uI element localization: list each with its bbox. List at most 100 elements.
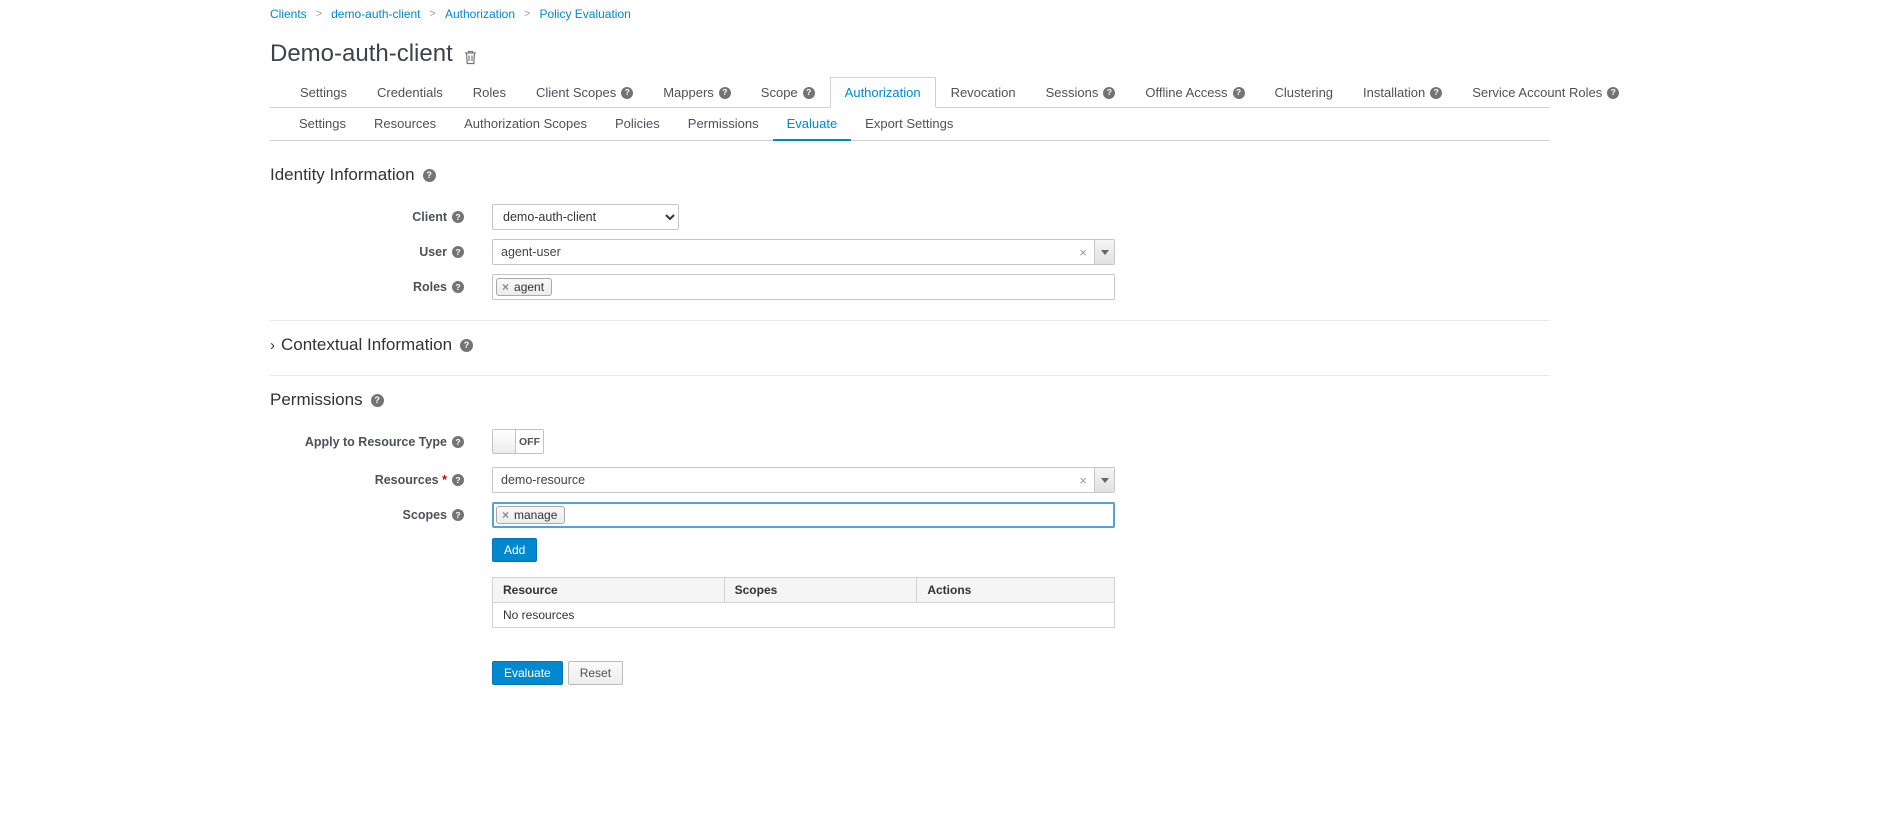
help-icon[interactable]: ? <box>1103 87 1115 99</box>
main-content: Clients > demo-auth-client > Authorizati… <box>270 0 1550 685</box>
apply-resource-type-label-wrap: Apply to Resource Type ? <box>270 429 492 449</box>
caret-down-icon <box>1101 250 1109 255</box>
subtab-settings[interactable]: Settings <box>285 108 360 141</box>
help-icon[interactable]: ? <box>452 246 464 258</box>
scope-tag: × manage <box>496 506 565 524</box>
roles-label-wrap: Roles ? <box>270 274 492 294</box>
tab-label: Scope <box>761 85 798 100</box>
remove-tag-icon[interactable]: × <box>502 281 509 293</box>
help-icon[interactable]: ? <box>423 169 436 182</box>
help-icon[interactable]: ? <box>719 87 731 99</box>
help-icon[interactable]: ? <box>1233 87 1245 99</box>
tab-label: Revocation <box>951 85 1016 100</box>
resources-table-wrap: Resource Scopes Actions No resources <box>492 577 1550 628</box>
tag-label: agent <box>514 280 544 294</box>
tab-label: Authorization <box>845 85 921 100</box>
help-icon[interactable]: ? <box>1607 87 1619 99</box>
user-selected-value: agent-user <box>501 245 1079 259</box>
dropdown-toggle-button[interactable] <box>1094 468 1114 492</box>
reset-button[interactable]: Reset <box>568 661 623 685</box>
heading-text: Permissions <box>270 390 363 410</box>
subtab-permissions[interactable]: Permissions <box>674 108 773 141</box>
breadcrumb-item-client: demo-auth-client <box>331 7 420 21</box>
tab-client-scopes[interactable]: Client Scopes? <box>521 77 648 108</box>
scopes-tag-input[interactable]: × manage <box>492 502 1115 528</box>
roles-tag-input[interactable]: × agent <box>492 274 1115 300</box>
apply-resource-type-label: Apply to Resource Type <box>305 435 447 449</box>
help-icon[interactable]: ? <box>452 509 464 521</box>
table-header-row: Resource Scopes Actions <box>493 578 1115 603</box>
resources-table: Resource Scopes Actions No resources <box>492 577 1115 628</box>
tab-label: Credentials <box>377 85 443 100</box>
trash-icon <box>463 53 478 68</box>
evaluate-button[interactable]: Evaluate <box>492 661 563 685</box>
resources-field: demo-resource × <box>492 467 1115 493</box>
tab-offline-access[interactable]: Offline Access? <box>1130 77 1259 108</box>
tab-revocation[interactable]: Revocation <box>936 77 1031 108</box>
client-row: Client ? demo-auth-client <box>270 204 1550 230</box>
tab-settings[interactable]: Settings <box>285 77 362 108</box>
tab-clustering[interactable]: Clustering <box>1260 77 1349 108</box>
resources-selected-value: demo-resource <box>501 473 1079 487</box>
caret-down-icon <box>1101 478 1109 483</box>
breadcrumb-link-client[interactable]: demo-auth-client <box>331 7 420 21</box>
tab-label: Sessions <box>1046 85 1099 100</box>
help-icon[interactable]: ? <box>452 211 464 223</box>
subtab-resources[interactable]: Resources <box>360 108 450 141</box>
clear-selection-icon[interactable]: × <box>1079 246 1087 259</box>
tab-roles[interactable]: Roles <box>458 77 521 108</box>
column-header-scopes: Scopes <box>724 578 917 603</box>
tab-credentials[interactable]: Credentials <box>362 77 458 108</box>
subtab-evaluate[interactable]: Evaluate <box>773 108 852 141</box>
clear-selection-icon[interactable]: × <box>1079 474 1087 487</box>
toggle-handle <box>493 430 516 453</box>
toggle-state-label: OFF <box>516 430 543 453</box>
contextual-information-heading[interactable]: › Contextual Information ? <box>270 335 1550 355</box>
tab-scope[interactable]: Scope? <box>746 77 830 108</box>
help-icon[interactable]: ? <box>621 87 633 99</box>
resources-label-wrap: Resources * ? <box>270 467 492 487</box>
tab-mappers[interactable]: Mappers? <box>648 77 746 108</box>
subtab-export-settings[interactable]: Export Settings <box>851 108 967 141</box>
user-row: User ? agent-user × <box>270 239 1550 265</box>
breadcrumb-link-policy-evaluation[interactable]: Policy Evaluation <box>539 7 630 21</box>
tab-label: Service Account Roles <box>1472 85 1602 100</box>
help-icon[interactable]: ? <box>371 394 384 407</box>
delete-client-button[interactable] <box>463 49 478 65</box>
dropdown-toggle-button[interactable] <box>1094 240 1114 264</box>
add-button[interactable]: Add <box>492 538 537 562</box>
help-icon[interactable]: ? <box>452 281 464 293</box>
subtab-authorization-scopes[interactable]: Authorization Scopes <box>450 108 601 141</box>
tab-label: Offline Access <box>1145 85 1227 100</box>
client-select[interactable]: demo-auth-client <box>492 204 679 230</box>
role-tag: × agent <box>496 278 552 296</box>
user-select[interactable]: agent-user × <box>492 239 1115 265</box>
contextual-information-section: › Contextual Information ? <box>270 320 1550 355</box>
breadcrumb-separator-icon: > <box>316 8 322 20</box>
help-icon[interactable]: ? <box>452 436 464 448</box>
help-icon[interactable]: ? <box>452 474 464 486</box>
tab-label: Mappers <box>663 85 714 100</box>
help-icon[interactable]: ? <box>1430 87 1442 99</box>
help-icon[interactable]: ? <box>803 87 815 99</box>
help-icon[interactable]: ? <box>460 339 473 352</box>
client-label-wrap: Client ? <box>270 204 492 224</box>
heading-text: Identity Information <box>270 165 415 185</box>
tab-sessions[interactable]: Sessions? <box>1031 77 1131 108</box>
form-actions: Evaluate Reset <box>492 661 1550 685</box>
tab-authorization[interactable]: Authorization <box>830 77 936 108</box>
breadcrumb-link-authorization[interactable]: Authorization <box>445 7 515 21</box>
apply-resource-type-toggle[interactable]: OFF <box>492 429 544 454</box>
breadcrumb-link-clients[interactable]: Clients <box>270 7 307 21</box>
tag-label: manage <box>514 508 557 522</box>
empty-table-message: No resources <box>493 603 1115 628</box>
permissions-form: Apply to Resource Type ? OFF Resources * <box>270 429 1550 685</box>
remove-tag-icon[interactable]: × <box>502 509 509 521</box>
subtab-policies[interactable]: Policies <box>601 108 674 141</box>
tab-service-account-roles[interactable]: Service Account Roles? <box>1457 77 1634 108</box>
resources-select[interactable]: demo-resource × <box>492 467 1115 493</box>
main-tab-bar: Settings Credentials Roles Client Scopes… <box>270 77 1550 108</box>
roles-label: Roles <box>413 280 447 294</box>
tab-installation[interactable]: Installation? <box>1348 77 1457 108</box>
breadcrumb-item-clients: Clients <box>270 7 307 21</box>
